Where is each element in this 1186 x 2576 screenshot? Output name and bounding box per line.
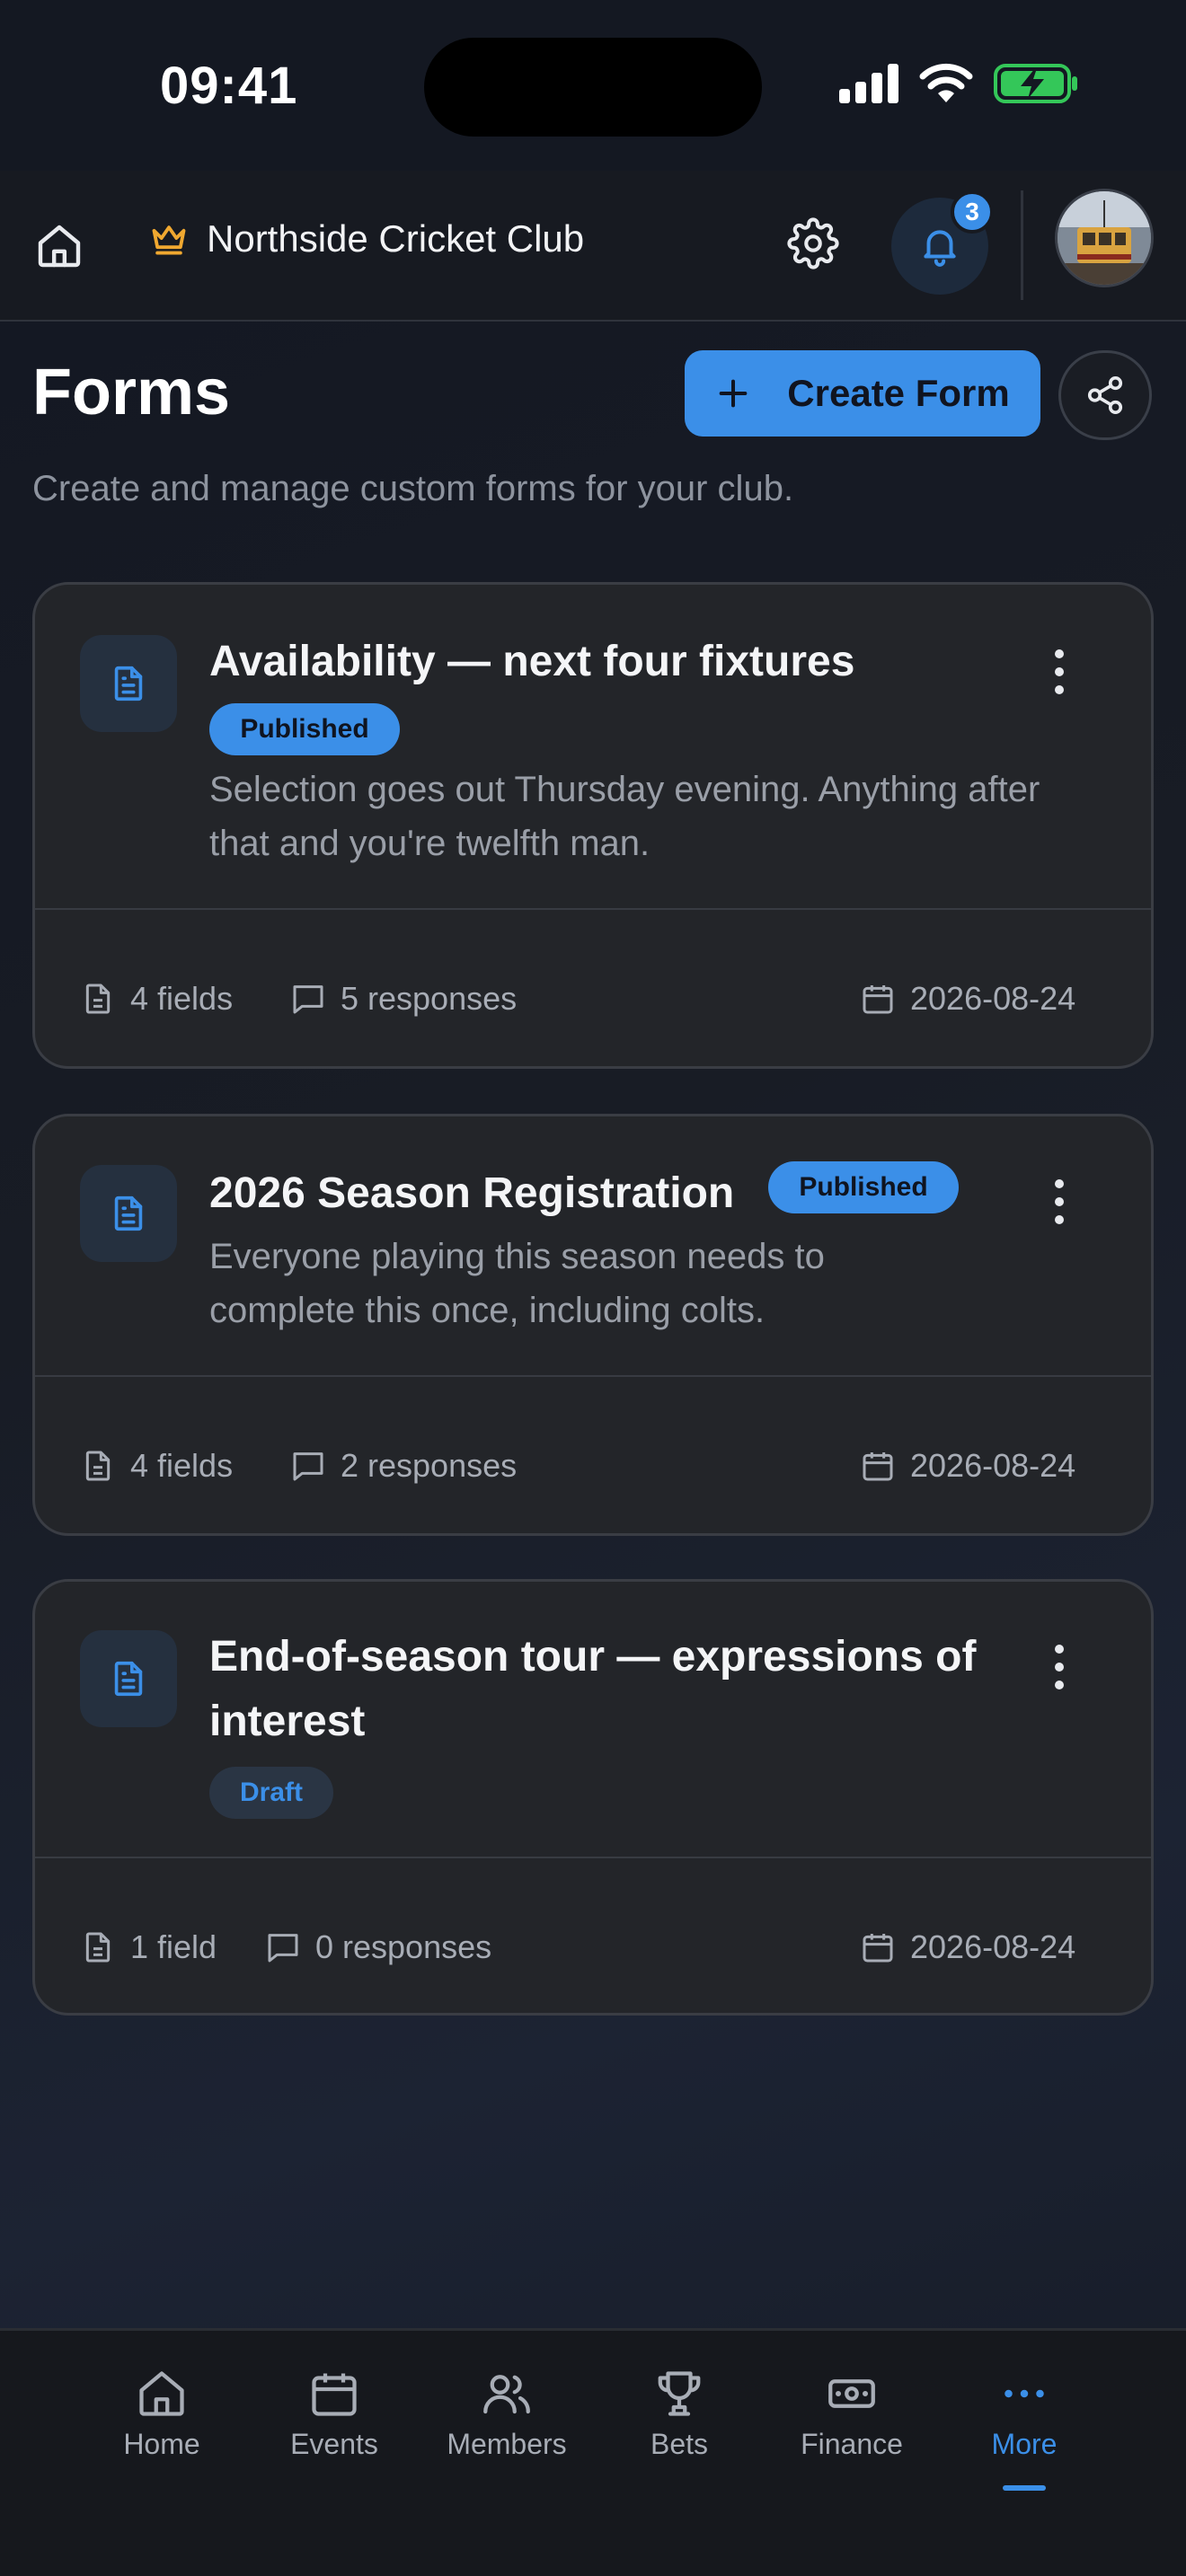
status-badge: Published <box>209 703 400 755</box>
more-options-icon[interactable] <box>1041 640 1077 703</box>
message-icon <box>293 1452 323 1481</box>
create-form-button[interactable]: Create Form <box>685 350 1040 437</box>
response-count: 5 responses <box>290 980 517 1018</box>
form-date-text: 2026-08-24 <box>910 980 1076 1017</box>
form-date: 2026-08-24 <box>860 1928 1075 1966</box>
nav-label: Home <box>123 2428 200 2460</box>
field-count: 1 field <box>80 1928 217 1966</box>
more-options-icon[interactable] <box>1041 1170 1077 1233</box>
form-date: 2026-08-24 <box>860 980 1075 1018</box>
form-description: Everyone playing this season needs to co… <box>209 1237 825 1330</box>
trophy-icon <box>658 2371 701 2416</box>
response-count-text: 5 responses <box>341 980 518 1017</box>
field-count: 4 fields <box>80 1447 233 1485</box>
app-header: Northside Cricket Club 3 <box>0 171 1186 322</box>
nav-label: Members <box>447 2428 567 2460</box>
card-divider <box>35 908 1151 910</box>
nav-label: Finance <box>801 2428 903 2460</box>
file-icon <box>85 984 111 1014</box>
plus-icon <box>719 379 748 408</box>
nav-label: Bets <box>650 2428 709 2460</box>
calendar-icon <box>863 1452 893 1481</box>
club-switcher[interactable]: Northside Cricket Club <box>149 217 584 260</box>
dynamic-island <box>424 38 762 137</box>
message-icon <box>293 985 323 1014</box>
more-horizontal-icon <box>1005 2389 1044 2398</box>
document-icon <box>114 1195 143 1231</box>
create-form-label: Create Form <box>787 372 1010 414</box>
file-icon <box>85 1451 111 1481</box>
field-count-text: 4 fields <box>130 1447 234 1484</box>
avatar-image <box>1058 191 1151 285</box>
nav-finance[interactable]: Finance <box>771 2367 933 2461</box>
header-divider <box>1021 190 1023 300</box>
form-icon-tile <box>80 1630 177 1727</box>
share-icon <box>1087 376 1123 414</box>
response-count-text: 0 responses <box>315 1928 492 1965</box>
nav-label: Events <box>290 2428 378 2460</box>
crown-icon <box>152 225 186 255</box>
home-icon[interactable] <box>34 221 84 271</box>
form-date-text: 2026-08-24 <box>910 1447 1076 1484</box>
club-name: Northside Cricket Club <box>207 217 585 260</box>
file-icon <box>85 1932 111 1963</box>
calendar-icon <box>863 1934 893 1963</box>
field-count: 4 fields <box>80 980 233 1018</box>
field-count-text: 1 field <box>130 1928 217 1965</box>
response-count-text: 2 responses <box>341 1447 518 1484</box>
nav-bets[interactable]: Bets <box>598 2367 760 2461</box>
users-icon <box>483 2375 530 2414</box>
nav-more[interactable]: More <box>943 2367 1105 2461</box>
card-divider <box>35 1375 1151 1377</box>
bottom-nav: Home Events Members Bets Finance More <box>0 2328 1186 2576</box>
nav-label: More <box>991 2428 1058 2460</box>
battery-icon <box>994 64 1077 103</box>
status-badge: Published <box>768 1161 959 1213</box>
page-title: Forms <box>32 357 231 428</box>
form-date-text: 2026-08-24 <box>910 1928 1076 1965</box>
status-time: 09:41 <box>160 57 298 115</box>
banknote-icon <box>828 2379 875 2408</box>
calendar-icon <box>312 2373 357 2416</box>
gear-icon[interactable] <box>787 217 839 269</box>
form-card[interactable]: End-of-season tour — expressions of inte… <box>32 1579 1154 2016</box>
avatar[interactable] <box>1055 189 1154 287</box>
signal-icon <box>839 64 898 103</box>
card-divider <box>35 1857 1151 1858</box>
page-subtitle: Create and manage custom forms for your … <box>32 469 794 508</box>
response-count: 2 responses <box>290 1447 517 1485</box>
document-icon <box>114 1661 143 1697</box>
wifi-icon <box>919 63 973 102</box>
form-description: Selection goes out Thursday evening. Any… <box>209 770 1040 863</box>
form-icon-tile <box>80 1165 177 1262</box>
response-count: 0 responses <box>265 1928 491 1966</box>
notification-badge: 3 <box>951 190 994 234</box>
calendar-icon <box>863 985 893 1014</box>
status-bar: 09:41 <box>0 0 1186 171</box>
nav-events[interactable]: Events <box>253 2367 415 2461</box>
message-icon <box>268 1934 298 1963</box>
form-title[interactable]: Availability — next four fixtures <box>209 630 854 694</box>
form-date: 2026-08-24 <box>860 1447 1075 1485</box>
active-tab-indicator <box>1003 2485 1046 2491</box>
nav-members[interactable]: Members <box>426 2367 588 2461</box>
form-icon-tile <box>80 635 177 732</box>
form-card[interactable]: 2026 Season Registration Published Every… <box>32 1114 1154 1536</box>
status-badge: Draft <box>209 1767 333 1819</box>
more-options-icon[interactable] <box>1041 1636 1077 1698</box>
nav-home[interactable]: Home <box>81 2367 243 2461</box>
document-icon <box>114 666 143 701</box>
form-title[interactable]: 2026 Season Registration <box>209 1161 734 1226</box>
form-card[interactable]: Availability — next four fixtures Publis… <box>32 582 1154 1069</box>
bell-icon <box>924 230 956 267</box>
share-button[interactable] <box>1058 350 1152 440</box>
form-title[interactable]: End-of-season tour — expressions of inte… <box>209 1625 1018 1754</box>
field-count-text: 4 fields <box>130 980 234 1017</box>
status-icons <box>839 63 1078 104</box>
home-icon <box>139 2371 184 2416</box>
